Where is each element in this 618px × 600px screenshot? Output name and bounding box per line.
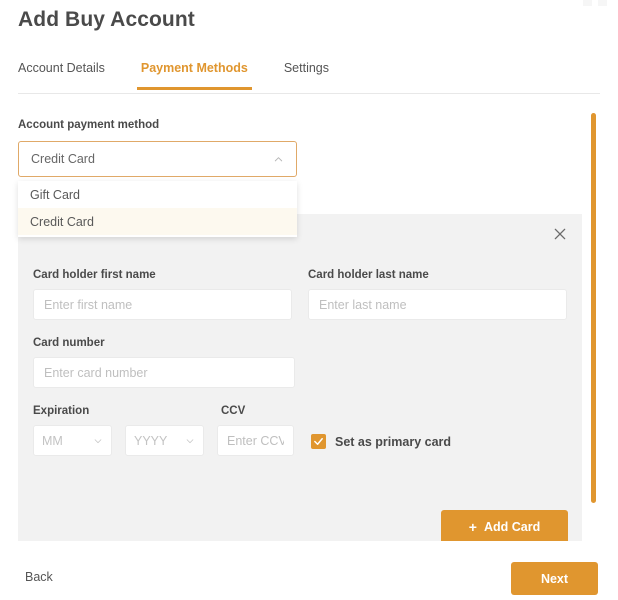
dropdown-option-gift-card[interactable]: Gift Card — [18, 181, 297, 208]
tab-settings[interactable]: Settings — [284, 58, 329, 89]
set-as-primary-card-label: Set as primary card — [335, 434, 452, 449]
last-name-label: Card holder last name — [308, 269, 429, 281]
add-card-button[interactable]: + Add Card — [441, 510, 568, 541]
ccv-input[interactable] — [217, 425, 294, 456]
account-payment-method-select[interactable]: Credit Card — [18, 141, 297, 177]
plus-icon: + — [468, 519, 477, 535]
tab-account-details[interactable]: Account Details — [18, 58, 105, 89]
card-number-label: Card number — [33, 337, 105, 349]
first-name-input[interactable] — [33, 289, 292, 320]
add-card-button-label: Add Card — [483, 520, 541, 534]
next-button[interactable]: Next — [511, 562, 598, 595]
ccv-label: CCV — [221, 405, 246, 417]
first-name-group: Card holder first name — [33, 269, 292, 320]
card-number-input[interactable] — [33, 357, 295, 388]
expiration-month-select[interactable]: MM — [33, 425, 112, 456]
back-button[interactable]: Back — [25, 570, 53, 584]
close-icon[interactable] — [552, 226, 568, 242]
expiration-ccv-labels: Expiration CCV — [33, 405, 567, 417]
expiration-month-value: MM — [42, 433, 63, 448]
add-buy-account-page: Add Buy Account Account Details Payment … — [0, 0, 618, 600]
tab-bar: Account Details Payment Methods Settings — [18, 58, 600, 94]
chevron-down-icon — [94, 438, 102, 443]
expiration-row: MM YYYY Enter CCV Set as primary card — [33, 425, 567, 456]
account-payment-method-value: Credit Card — [31, 152, 95, 166]
page-title: Add Buy Account — [18, 8, 195, 31]
clipped-edge-artifact-left — [583, 0, 592, 6]
last-name-group: Card holder last name — [308, 269, 567, 320]
card-number-group: Card number — [33, 337, 567, 388]
check-icon — [314, 438, 323, 445]
card-form-body: Card holder first name Card holder last … — [33, 269, 567, 456]
expiration-year-select[interactable]: YYYY — [125, 425, 204, 456]
set-as-primary-card-checkbox[interactable]: Set as primary card — [311, 434, 451, 456]
checkbox-checked-icon — [311, 434, 326, 449]
chevron-down-icon — [186, 438, 194, 443]
expiration-ccv-group: Expiration CCV MM YYYY Enter CCV Set as … — [33, 405, 567, 456]
account-payment-method-dropdown: Gift Card Credit Card — [18, 181, 297, 237]
name-row: Card holder first name Card holder last … — [33, 269, 567, 320]
scrollbar-thumb[interactable] — [591, 113, 596, 503]
expiration-year-value: YYYY — [134, 433, 168, 448]
account-payment-method-label: Account payment method — [18, 119, 160, 131]
expiration-label: Expiration — [33, 405, 90, 417]
first-name-label: Card holder first name — [33, 269, 156, 281]
tab-payment-methods[interactable]: Payment Methods — [136, 58, 252, 90]
vertical-scrollbar[interactable] — [591, 113, 596, 503]
clipped-edge-artifact-right — [598, 0, 607, 6]
dropdown-option-credit-card[interactable]: Credit Card — [18, 208, 297, 235]
last-name-input[interactable] — [308, 289, 567, 320]
credit-card-form-panel: Card holder first name Card holder last … — [18, 214, 582, 541]
chevron-up-icon — [274, 156, 283, 161]
